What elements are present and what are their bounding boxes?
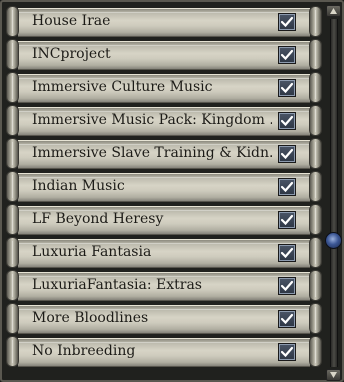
mod-label: INCproject: [32, 46, 111, 62]
mod-row[interactable]: LuxuriaFantasia: Extras: [6, 270, 324, 301]
mod-label: No Inbreeding: [32, 343, 136, 359]
mod-label: LuxuriaFantasia: Extras: [32, 277, 202, 293]
mod-label: Immersive Slave Training & Kidn...: [32, 145, 272, 161]
scroll-cap-right: [309, 171, 322, 202]
scroll-cap-left: [6, 6, 19, 37]
checkmark-icon: [280, 148, 294, 160]
checkmark-icon: [280, 16, 294, 28]
mod-enabled-checkbox[interactable]: [278, 178, 296, 196]
mod-row[interactable]: Immersive Slave Training & Kidn...: [6, 138, 324, 169]
mod-enabled-checkbox[interactable]: [278, 13, 296, 31]
mod-label: House Irae: [32, 13, 111, 29]
mod-row[interactable]: Immersive Music Pack: Kingdom ...: [6, 105, 324, 136]
checkmark-icon: [280, 313, 294, 325]
scroll-cap-right: [309, 105, 322, 136]
scroll-cap-left: [6, 237, 19, 268]
scroll-cap-right: [309, 303, 322, 334]
scroll-cap-right: [309, 39, 322, 70]
mod-enabled-checkbox[interactable]: [278, 112, 296, 130]
mod-row[interactable]: More Bloodlines: [6, 303, 324, 334]
mod-label: Indian Music: [32, 178, 125, 194]
checkmark-icon: [280, 247, 294, 259]
mod-enabled-checkbox[interactable]: [278, 343, 296, 361]
scroll-cap-left: [6, 303, 19, 334]
mod-row[interactable]: No Inbreeding: [6, 336, 324, 367]
triangle-up-icon: [330, 8, 337, 14]
scroll-cap-left: [6, 138, 19, 169]
scrollbar-thumb[interactable]: [325, 232, 342, 250]
scroll-cap-left: [6, 204, 19, 235]
scroll-cap-right: [309, 204, 322, 235]
scroll-cap-right: [309, 6, 322, 37]
checkmark-icon: [280, 280, 294, 292]
scroll-cap-right: [309, 270, 322, 301]
scroll-cap-left: [6, 336, 19, 367]
mod-enabled-checkbox[interactable]: [278, 79, 296, 97]
mod-label: Luxuria Fantasia: [32, 244, 152, 260]
mod-enabled-checkbox[interactable]: [278, 277, 296, 295]
mod-list: House Irae INCproject Immersive Culture …: [6, 6, 324, 380]
mod-label: Immersive Culture Music: [32, 79, 213, 95]
mod-row[interactable]: Luxuria Fantasia: [6, 237, 324, 268]
mod-label: LF Beyond Heresy: [32, 211, 164, 227]
triangle-down-icon: [330, 372, 337, 378]
vertical-scrollbar[interactable]: [325, 5, 342, 381]
mod-enabled-checkbox[interactable]: [278, 46, 296, 64]
scroll-down-button[interactable]: [326, 369, 341, 381]
checkmark-icon: [280, 346, 294, 358]
mod-row[interactable]: Immersive Culture Music: [6, 72, 324, 103]
mod-enabled-checkbox[interactable]: [278, 145, 296, 163]
checkmark-icon: [280, 181, 294, 193]
checkmark-icon: [280, 214, 294, 226]
scrollbar-track[interactable]: [330, 19, 338, 367]
mod-row[interactable]: Indian Music: [6, 171, 324, 202]
mod-label: Immersive Music Pack: Kingdom ...: [32, 112, 272, 128]
mod-enabled-checkbox[interactable]: [278, 211, 296, 229]
scroll-up-button[interactable]: [326, 5, 341, 17]
mod-enabled-checkbox[interactable]: [278, 244, 296, 262]
mod-label: More Bloodlines: [32, 310, 149, 326]
mod-row[interactable]: INCproject: [6, 39, 324, 70]
checkmark-icon: [280, 49, 294, 61]
mod-enabled-checkbox[interactable]: [278, 310, 296, 328]
scroll-cap-right: [309, 336, 322, 367]
mod-row[interactable]: House Irae: [6, 6, 324, 37]
scroll-cap-left: [6, 270, 19, 301]
mod-row[interactable]: LF Beyond Heresy: [6, 204, 324, 235]
checkmark-icon: [280, 115, 294, 127]
scroll-cap-left: [6, 39, 19, 70]
scroll-cap-left: [6, 72, 19, 103]
scroll-cap-left: [6, 171, 19, 202]
scroll-cap-right: [309, 138, 322, 169]
checkmark-icon: [280, 82, 294, 94]
scroll-cap-right: [309, 72, 322, 103]
mod-list-panel: House Irae INCproject Immersive Culture …: [0, 0, 344, 382]
scroll-cap-right: [309, 237, 322, 268]
scroll-cap-left: [6, 105, 19, 136]
